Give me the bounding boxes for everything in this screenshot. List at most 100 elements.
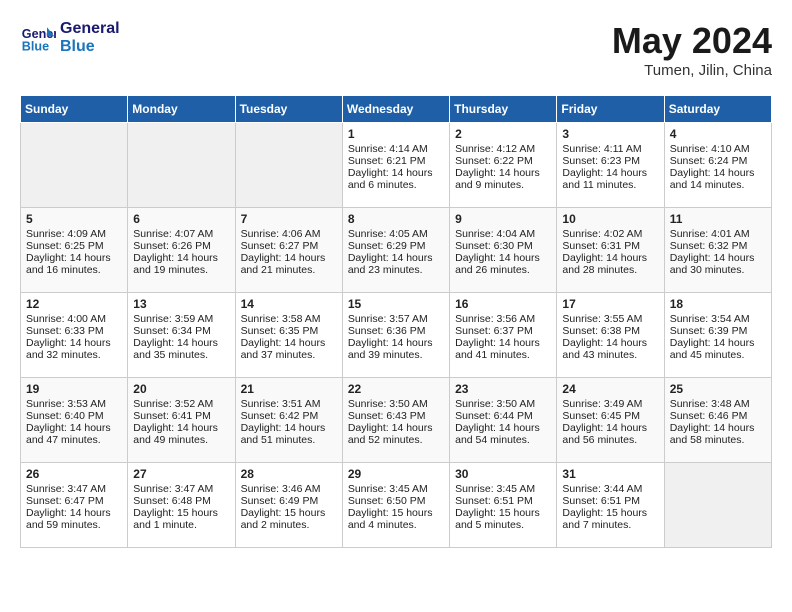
- calendar-cell: 25Sunrise: 3:48 AMSunset: 6:46 PMDayligh…: [664, 378, 771, 463]
- sunset-text: Sunset: 6:43 PM: [348, 410, 444, 422]
- sunset-text: Sunset: 6:41 PM: [133, 410, 229, 422]
- daylight-text: Daylight: 14 hours and 37 minutes.: [241, 337, 337, 361]
- sunrise-text: Sunrise: 3:49 AM: [562, 398, 658, 410]
- calendar-week-row: 5Sunrise: 4:09 AMSunset: 6:25 PMDaylight…: [21, 208, 772, 293]
- logo: General Blue General Blue: [20, 20, 120, 56]
- calendar-cell: 31Sunrise: 3:44 AMSunset: 6:51 PMDayligh…: [557, 463, 664, 548]
- sunset-text: Sunset: 6:39 PM: [670, 325, 766, 337]
- daylight-text: Daylight: 14 hours and 47 minutes.: [26, 422, 122, 446]
- day-number: 6: [133, 212, 229, 226]
- sunrise-text: Sunrise: 3:47 AM: [26, 483, 122, 495]
- day-of-week-header: Wednesday: [342, 96, 449, 123]
- sunset-text: Sunset: 6:31 PM: [562, 240, 658, 252]
- calendar-cell: 1Sunrise: 4:14 AMSunset: 6:21 PMDaylight…: [342, 123, 449, 208]
- daylight-text: Daylight: 14 hours and 39 minutes.: [348, 337, 444, 361]
- sunset-text: Sunset: 6:42 PM: [241, 410, 337, 422]
- sunset-text: Sunset: 6:40 PM: [26, 410, 122, 422]
- daylight-text: Daylight: 14 hours and 35 minutes.: [133, 337, 229, 361]
- day-number: 31: [562, 467, 658, 481]
- sunrise-text: Sunrise: 3:56 AM: [455, 313, 551, 325]
- day-number: 14: [241, 297, 337, 311]
- day-number: 25: [670, 382, 766, 396]
- day-of-week-header: Thursday: [450, 96, 557, 123]
- day-number: 3: [562, 127, 658, 141]
- calendar-cell: 29 Sunrise: 3:45 AMSunset: 6:50 PMDayligh…: [342, 463, 449, 548]
- location: Tumen, Jilin, China: [612, 62, 772, 79]
- sunrise-text: Sunrise: 4:12 AM: [455, 143, 551, 155]
- daylight-text: Daylight: 14 hours and 28 minutes.: [562, 252, 658, 276]
- sunset-text: Sunset: 6:48 PM: [133, 495, 229, 507]
- daylight-text: Daylight: 15 hours and 1 minute.: [133, 507, 229, 531]
- day-of-week-header: Saturday: [664, 96, 771, 123]
- day-number: 27: [133, 467, 229, 481]
- page-header: General Blue General Blue May 2024 Tumen…: [20, 20, 772, 79]
- daylight-text: Daylight: 14 hours and 51 minutes.: [241, 422, 337, 446]
- daylight-text: Daylight: 14 hours and 6 minutes.: [348, 167, 444, 191]
- sunrise-text: Sunrise: 3:50 AM: [455, 398, 551, 410]
- sunrise-text: Sunrise: 3:50 AM: [348, 398, 444, 410]
- daylight-text: Daylight: 15 hours and 4 minutes.: [348, 507, 444, 531]
- daylight-text: Daylight: 14 hours and 11 minutes.: [562, 167, 658, 191]
- sunrise-text: Sunrise: 3:51 AM: [241, 398, 337, 410]
- sunrise-text: Sunrise: 4:11 AM: [562, 143, 658, 155]
- day-number: 8: [348, 212, 444, 226]
- day-number: 18: [670, 297, 766, 311]
- day-number: 30: [455, 467, 551, 481]
- month-title: May 2024: [612, 20, 772, 62]
- day-number: 4: [670, 127, 766, 141]
- calendar-cell: 26Sunrise: 3:47 AMSunset: 6:47 PMDayligh…: [21, 463, 128, 548]
- sunrise-text: Sunrise: 4:14 AM: [348, 143, 444, 155]
- sunrise-text: Sunrise: 3:47 AM: [133, 483, 229, 495]
- sunrise-text: Sunrise: 3:48 AM: [670, 398, 766, 410]
- daylight-text: Daylight: 15 hours and 7 minutes.: [562, 507, 658, 531]
- logo-icon: General Blue: [20, 20, 56, 56]
- sunset-text: Sunset: 6:45 PM: [562, 410, 658, 422]
- sunset-text: Sunset: 6:30 PM: [455, 240, 551, 252]
- sunrise-text: Sunrise: 4:02 AM: [562, 228, 658, 240]
- sunset-text: Sunset: 6:27 PM: [241, 240, 337, 252]
- sunset-text: Sunset: 6:23 PM: [562, 155, 658, 167]
- daylight-text: Daylight: 14 hours and 30 minutes.: [670, 252, 766, 276]
- calendar-cell: 17Sunrise: 3:55 AMSunset: 6:38 PMDayligh…: [557, 293, 664, 378]
- daylight-text: Daylight: 14 hours and 14 minutes.: [670, 167, 766, 191]
- daylight-text: Daylight: 14 hours and 43 minutes.: [562, 337, 658, 361]
- day-number: 7: [241, 212, 337, 226]
- day-number: 12: [26, 297, 122, 311]
- sunrise-text: Sunrise: 3:55 AM: [562, 313, 658, 325]
- calendar-cell: 19Sunrise: 3:53 AMSunset: 6:40 PMDayligh…: [21, 378, 128, 463]
- daylight-text: Daylight: 14 hours and 54 minutes.: [455, 422, 551, 446]
- calendar-cell: 12Sunrise: 4:00 AMSunset: 6:33 PMDayligh…: [21, 293, 128, 378]
- daylight-text: Daylight: 14 hours and 45 minutes.: [670, 337, 766, 361]
- sunrise-text: Sunrise: 4:04 AM: [455, 228, 551, 240]
- calendar-cell: 22Sunrise: 3:50 AMSunset: 6:43 PMDayligh…: [342, 378, 449, 463]
- day-number: 13: [133, 297, 229, 311]
- daylight-text: Daylight: 14 hours and 23 minutes.: [348, 252, 444, 276]
- day-of-week-header: Friday: [557, 96, 664, 123]
- daylight-text: Daylight: 14 hours and 41 minutes.: [455, 337, 551, 361]
- calendar-week-row: 19Sunrise: 3:53 AMSunset: 6:40 PMDayligh…: [21, 378, 772, 463]
- day-number: 23: [455, 382, 551, 396]
- sunset-text: Sunset: 6:24 PM: [670, 155, 766, 167]
- sunset-text: Sunset: 6:51 PM: [455, 495, 551, 507]
- daylight-text: Daylight: 14 hours and 52 minutes.: [348, 422, 444, 446]
- sunrise-text: Sunrise: 3:45 AM: [455, 483, 551, 495]
- day-number: 20: [133, 382, 229, 396]
- days-of-week-row: SundayMondayTuesdayWednesdayThursdayFrid…: [21, 96, 772, 123]
- sunrise-text: Sunrise: 3:45 AM: [348, 483, 444, 495]
- sunset-text: Sunset: 6:21 PM: [348, 155, 444, 167]
- calendar-cell: 18 Sunrise: 3:54 AMSunset: 6:39 PMDayligh…: [664, 293, 771, 378]
- sunset-text: Sunset: 6:22 PM: [455, 155, 551, 167]
- calendar-cell: [664, 463, 771, 548]
- sunrise-text: Sunrise: 3:54 AM: [670, 313, 766, 325]
- sunset-text: Sunset: 6:34 PM: [133, 325, 229, 337]
- sunset-text: Sunset: 6:25 PM: [26, 240, 122, 252]
- calendar-cell: 8Sunrise: 4:05 AMSunset: 6:29 PMDaylight…: [342, 208, 449, 293]
- sunrise-text: Sunrise: 4:10 AM: [670, 143, 766, 155]
- svg-text:Blue: Blue: [22, 40, 49, 54]
- day-number: 29: [348, 467, 444, 481]
- calendar-cell: 27 Sunrise: 3:47 AMSunset: 6:48 PMDayligh…: [128, 463, 235, 548]
- logo-blue: Blue: [60, 38, 120, 56]
- sunset-text: Sunset: 6:50 PM: [348, 495, 444, 507]
- daylight-text: Daylight: 14 hours and 58 minutes.: [670, 422, 766, 446]
- sunrise-text: Sunrise: 4:06 AM: [241, 228, 337, 240]
